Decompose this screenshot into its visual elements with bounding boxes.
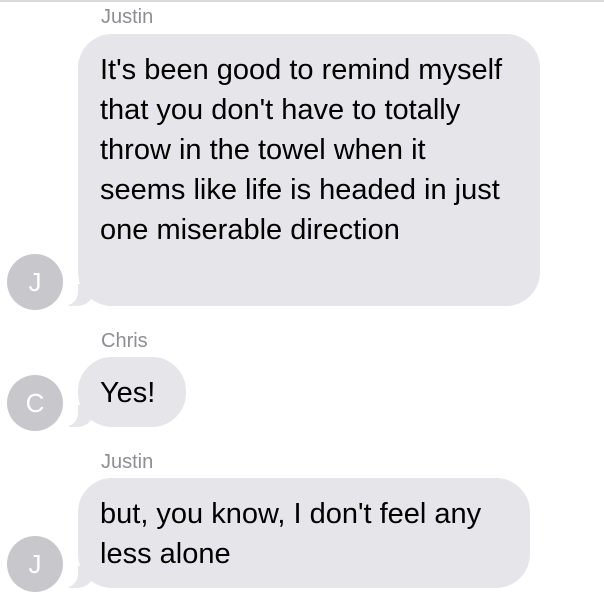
avatar[interactable]: C <box>7 375 63 431</box>
avatar[interactable]: J <box>7 254 63 310</box>
message-bubble[interactable]: It's been good to remind myself that you… <box>61 34 540 306</box>
avatar[interactable]: J <box>7 536 63 592</box>
avatar-initial: C <box>25 388 45 418</box>
message-text: but, you know, I don't feel any less alo… <box>100 498 482 570</box>
sender-name: Justin <box>101 6 154 28</box>
message-thread[interactable]: Justin It's been good to remind myself t… <box>0 0 604 603</box>
message-bubble[interactable]: but, you know, I don't feel any less alo… <box>61 478 530 588</box>
top-divider <box>0 0 604 2</box>
avatar-initial: J <box>28 267 42 297</box>
sender-name: Chris <box>101 330 148 352</box>
avatar-initial: J <box>28 549 42 579</box>
message-text: It's been good to remind myself that you… <box>100 54 503 246</box>
message-text: Yes! <box>100 377 156 409</box>
sender-name: Justin <box>101 451 154 473</box>
message-bubble[interactable]: Yes! <box>61 357 186 427</box>
